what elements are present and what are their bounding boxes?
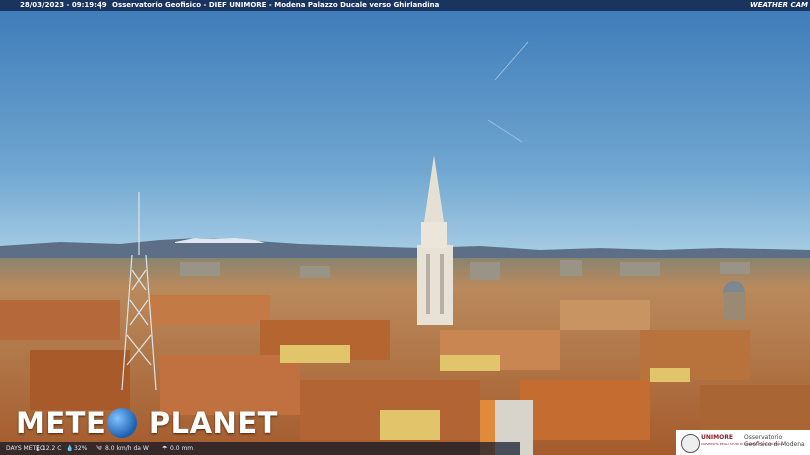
temperature-value: 12.2 C xyxy=(42,445,62,452)
sky xyxy=(0,0,810,260)
wind-value: 8.0 km/h da W xyxy=(105,445,149,452)
rain-value: 0.0 mm xyxy=(170,445,194,452)
brand-right: PLANET xyxy=(148,406,278,440)
observatory-logo: UNIMORE UNIVERSITÀ DEGLI STUDI DI MODENA… xyxy=(676,430,810,455)
rain-icon: ☂ xyxy=(162,445,168,452)
camera-caption: Osservatorio Geofisico - DIEF UNIMORE - … xyxy=(112,1,440,9)
humidity-value: 32% xyxy=(74,445,88,452)
wind-icon: ༄ xyxy=(96,445,102,452)
camera-info-bar: 28/03/2023 - 09:19:49 | Osservatorio Geo… xyxy=(0,0,810,11)
observatory-name: Osservatorio Geofisico di Modena xyxy=(744,434,805,448)
weather-status-bar: DAYS METEO 🌡 12.2 C 💧 32% ༄ 8.0 km/h da … xyxy=(0,442,520,455)
thermometer-icon: 🌡 xyxy=(34,445,42,452)
globe-icon xyxy=(107,408,138,438)
university-seal-icon xyxy=(681,434,700,453)
weathercam-logo: WEATHER CAM xyxy=(749,1,808,9)
separator: | xyxy=(99,1,102,9)
timestamp: 28/03/2023 - 09:19:49 xyxy=(20,1,107,9)
humidity-icon: 💧 xyxy=(66,445,74,452)
webcam-photo xyxy=(0,0,810,455)
university-name: UNIMORE xyxy=(701,434,733,441)
brand-left: METE xyxy=(16,406,107,440)
meteoplanet-logo: METE PLANET xyxy=(16,406,278,440)
